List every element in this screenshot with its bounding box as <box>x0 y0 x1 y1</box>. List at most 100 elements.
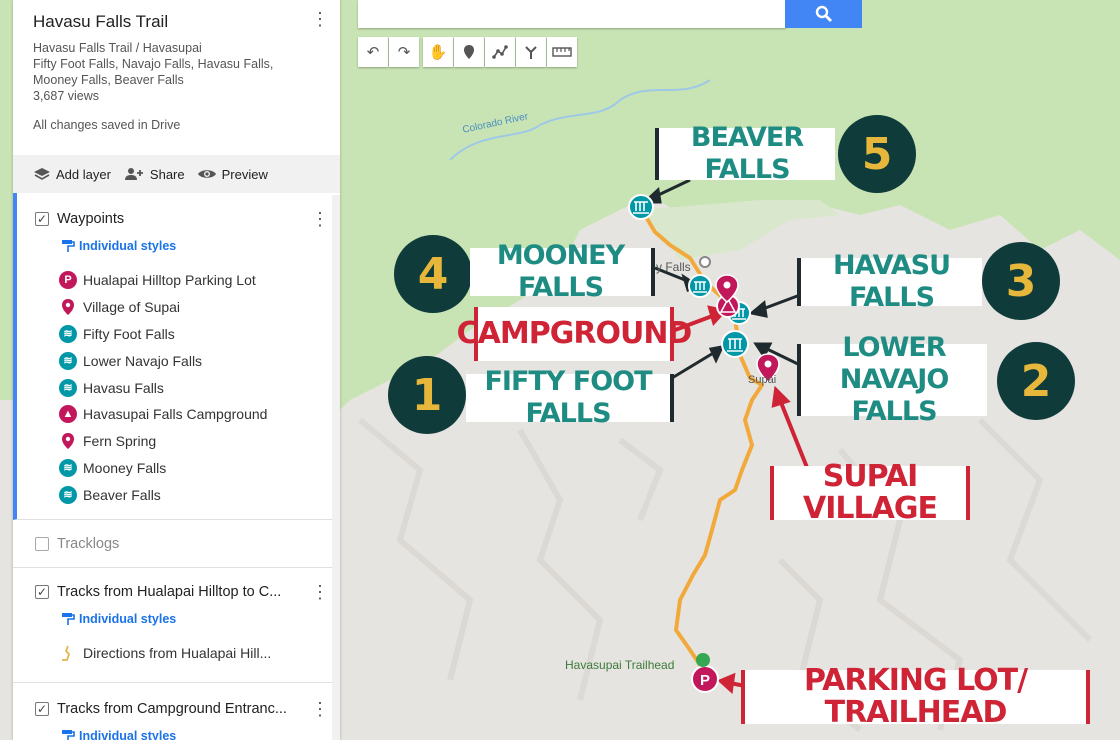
waypoint-label: Fifty Foot Falls <box>83 325 175 342</box>
waypoint-item[interactable]: ≋ Fifty Foot Falls <box>17 321 340 348</box>
parking-lot-callout: PARKING LOT/ TRAILHEAD <box>741 665 1090 729</box>
layer-checkbox[interactable]: ✓ <box>35 702 49 716</box>
waterfall-icon: ≋ <box>59 378 77 397</box>
ruler-icon[interactable] <box>547 37 577 67</box>
map-options-icon[interactable]: ⋮ <box>310 10 330 28</box>
add-layer-button[interactable]: Add layer <box>33 167 111 182</box>
waypoint-item[interactable]: ▲ Havasupai Falls Campground <box>17 401 340 428</box>
hand-icon[interactable]: ✋ <box>423 37 453 67</box>
search-input[interactable] <box>358 0 786 28</box>
waterfall-icon: ≋ <box>59 351 77 370</box>
individual-styles-link[interactable]: Individual styles <box>13 725 340 740</box>
waypoint-item[interactable]: Village of Supai <box>17 294 340 321</box>
save-status: All changes saved in Drive <box>33 118 181 132</box>
individual-styles-link[interactable]: Individual styles <box>13 608 340 630</box>
map-description-line: Fifty Foot Falls, Navajo Falls, Havasu F… <box>33 57 274 71</box>
beaver-falls-callout: BEAVER FALLS <box>655 122 835 185</box>
layer-options-icon[interactable]: ⋮ <box>310 583 330 601</box>
eye-icon <box>197 170 216 178</box>
mooney-falls-map-label: y Falls <box>656 260 691 274</box>
waypoint-label: Havasupai Falls Campground <box>83 406 268 423</box>
add-layer-label: Add layer <box>56 166 111 182</box>
layer-options-icon[interactable]: ⋮ <box>310 700 330 718</box>
paint-roller-icon <box>62 613 75 625</box>
layer-waypoints: ✓ Waypoints ⋮ Individual styles P Hualap… <box>13 193 340 520</box>
layer-name[interactable]: Tracklogs <box>57 536 119 552</box>
waypoint-item[interactable]: ≋ Lower Navajo Falls <box>17 347 340 374</box>
supai-map-label: Supai <box>748 374 777 386</box>
waterfall-marker <box>721 330 749 358</box>
havasu-falls-callout: HAVASU FALLS <box>797 250 982 313</box>
map-sidebar: Havasu Falls Trail Havasu Falls Trail / … <box>13 0 340 740</box>
pin-icon <box>62 299 74 316</box>
waypoint-label: Beaver Falls <box>83 486 161 503</box>
trailhead-marker <box>696 653 710 667</box>
directions-icon <box>62 646 71 662</box>
layer-name[interactable]: Tracks from Hualapai Hilltop to C... <box>57 584 281 600</box>
layer-checkbox[interactable]: ✓ <box>35 212 49 226</box>
layers-icon <box>34 168 50 180</box>
styles-label: Individual styles <box>79 612 177 626</box>
waypoint-item[interactable]: Fern Spring <box>17 428 340 455</box>
share-label: Share <box>149 166 185 182</box>
layer-tracklogs: Tracklogs <box>13 520 340 568</box>
track-label: Directions from Hualapai Hill... <box>83 645 272 662</box>
track-item[interactable]: Directions from Hualapai Hill... <box>13 640 340 667</box>
waterfall-icon: ≋ <box>59 485 77 504</box>
search-button[interactable] <box>785 0 862 28</box>
waterfall-icon: ≋ <box>59 324 77 343</box>
layer-checkbox[interactable] <box>35 537 49 551</box>
waypoint-label: Hualapai Hilltop Parking Lot <box>83 272 256 289</box>
layer-name[interactable]: Tracks from Campground Entranc... <box>57 701 287 717</box>
styles-label: Individual styles <box>79 239 177 253</box>
fifty-foot-falls-callout: FIFTY FOOT FALLS <box>466 366 674 429</box>
undo-icon[interactable]: ↶ <box>358 37 388 67</box>
waypoint-label: Havasu Falls <box>83 379 164 396</box>
waterfall-icon: ≋ <box>59 458 77 477</box>
directions-tool-icon[interactable] <box>516 37 546 67</box>
mooney-falls-callout: MOONEY FALLS <box>470 240 655 303</box>
number-badge-1: 1 <box>388 356 466 434</box>
svg-text:P: P <box>700 672 710 689</box>
waypoint-label: Village of Supai <box>83 299 181 316</box>
map-description-line: Havasu Falls Trail / Havasupai <box>33 41 202 55</box>
layer-checkbox[interactable]: ✓ <box>35 585 49 599</box>
waypoint-item[interactable]: ≋ Mooney Falls <box>17 455 340 482</box>
layer-name[interactable]: Waypoints <box>57 211 124 227</box>
parking-marker: P <box>691 665 719 693</box>
redo-icon[interactable]: ↷ <box>389 37 419 67</box>
paint-roller-icon <box>62 730 75 740</box>
draw-line-icon[interactable] <box>485 37 515 67</box>
paint-roller-icon <box>62 240 75 252</box>
waterfall-marker <box>628 194 654 220</box>
layer-options-icon[interactable]: ⋮ <box>310 210 330 228</box>
share-button[interactable]: Share <box>123 167 185 182</box>
waypoint-item[interactable]: ≋ Havasu Falls <box>17 374 340 401</box>
add-marker-icon[interactable] <box>454 37 484 67</box>
lower-navajo-line2: FALLS <box>851 396 937 427</box>
action-bar: Add layer Share Preview <box>13 155 340 193</box>
pin-icon <box>62 433 74 450</box>
preview-button[interactable]: Preview <box>197 167 268 182</box>
map-description-line: Mooney Falls, Beaver Falls <box>33 73 184 87</box>
trailhead-map-label: Havasupai Trailhead <box>565 658 675 672</box>
waypoint-label: Mooney Falls <box>83 459 167 476</box>
parking-icon: P <box>59 271 77 290</box>
waypoint-item[interactable]: P Hualapai Hilltop Parking Lot <box>17 267 340 294</box>
map-title[interactable]: Havasu Falls Trail <box>33 12 320 32</box>
lower-navajo-line1: LOWER NAVAJO <box>839 332 950 395</box>
add-person-icon <box>124 168 143 180</box>
number-badge-2: 2 <box>997 342 1075 420</box>
campground-icon: ▲ <box>59 405 77 424</box>
individual-styles-link[interactable]: Individual styles <box>17 235 340 257</box>
layer-tracks-campground: ✓ Tracks from Campground Entranc... ⋮ In… <box>13 683 340 740</box>
number-badge-3: 3 <box>982 242 1060 320</box>
number-badge-5: 5 <box>838 115 916 193</box>
waypoint-label: Fern Spring <box>83 433 157 450</box>
forest-area <box>0 0 13 400</box>
number-badge-4: 4 <box>394 235 472 313</box>
sidebar-scrollbar[interactable] <box>332 195 340 740</box>
map-header: Havasu Falls Trail Havasu Falls Trail / … <box>13 0 340 155</box>
waypoint-item[interactable]: ≋ Beaver Falls <box>17 481 340 508</box>
map-toolbar: ↶ ↷ ✋ <box>358 37 577 67</box>
